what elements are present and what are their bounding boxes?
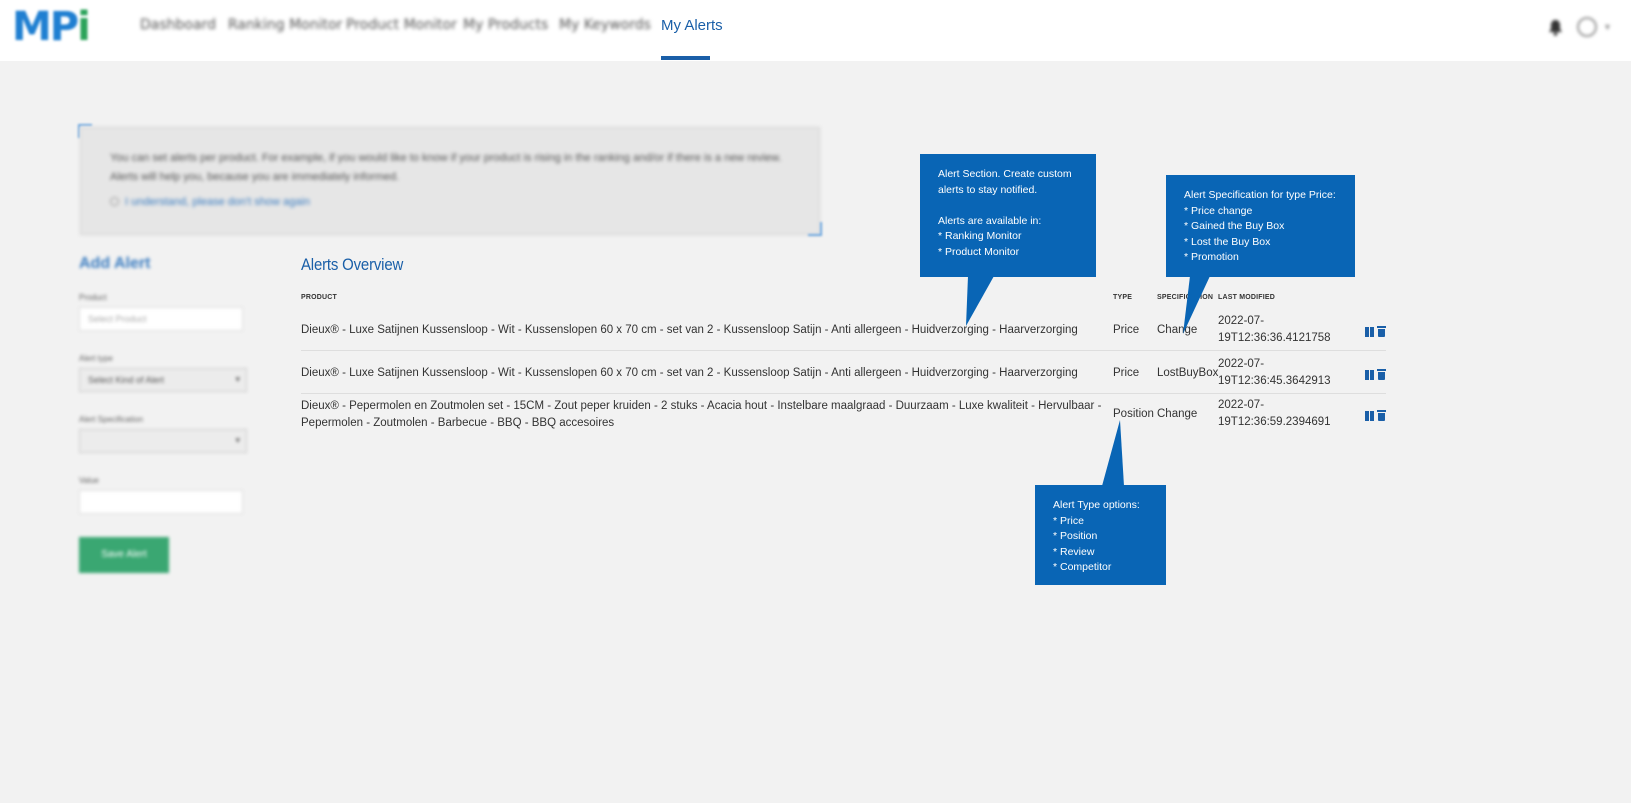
column-header-type: TYPE xyxy=(1113,294,1133,301)
column-header-last-modified: LAST MODIFIED xyxy=(1218,294,1276,301)
nav-my-keywords[interactable]: My Keywords xyxy=(559,17,651,33)
pause-icon[interactable] xyxy=(1365,370,1374,380)
pause-icon[interactable] xyxy=(1365,411,1374,421)
alerts-overview-title: Alerts Overview xyxy=(301,255,404,274)
user-avatar[interactable] xyxy=(1577,17,1597,37)
bell-icon[interactable] xyxy=(1548,19,1563,36)
logo[interactable]: MPi xyxy=(12,6,91,48)
save-alert-button[interactable]: Save Alert xyxy=(79,537,169,573)
nav-my-products[interactable]: My Products xyxy=(463,17,548,33)
active-tab-indicator xyxy=(661,56,710,60)
nav-my-alerts[interactable]: My Alerts xyxy=(661,17,723,34)
specification-cell: Change xyxy=(1157,408,1198,420)
callout-specification-price: Alert Specification for type Price: * Pr… xyxy=(1166,175,1355,277)
nav-ranking-monitor[interactable]: Ranking Monitor xyxy=(228,17,342,33)
table-row: Dieux® - Pepermolen en Zoutmolen set - 1… xyxy=(301,394,1386,441)
product-input[interactable]: Select Product xyxy=(79,307,243,331)
value-input[interactable] xyxy=(79,490,243,514)
type-cell: Price xyxy=(1113,324,1140,336)
callout-pointer xyxy=(1183,276,1210,334)
row-actions xyxy=(1365,324,1386,342)
last-modified-cell: 2022-07- 19T12:36:59.2394691 xyxy=(1218,399,1331,428)
callout-alert-type-options: Alert Type options: * Price * Position *… xyxy=(1035,485,1166,585)
form-title: Add Alert xyxy=(79,255,151,272)
alert-spec-label: Alert Specification xyxy=(79,415,144,424)
callout-pointer xyxy=(1102,420,1124,486)
value-label: Value xyxy=(79,476,99,485)
callout-pointer xyxy=(966,276,994,326)
checkbox-icon[interactable] xyxy=(110,197,119,206)
table-row: Dieux® - Luxe Satijnen Kussensloop - Wit… xyxy=(301,351,1386,394)
add-alert-form: Add Alert Product Select Product Alert t… xyxy=(79,255,249,573)
trash-icon[interactable] xyxy=(1377,326,1386,337)
table-row: Dieux® - Luxe Satijnen Kussensloop - Wit… xyxy=(301,304,1386,351)
last-modified-cell: 2022-07- 19T12:36:36.4121758 xyxy=(1218,315,1331,344)
specification-cell: LostBuyBox xyxy=(1157,367,1219,379)
trash-icon[interactable] xyxy=(1377,369,1386,380)
info-box: You can set alerts per product. For exam… xyxy=(80,127,820,235)
info-text: You can set alerts per product. For exam… xyxy=(110,152,782,183)
alert-type-select[interactable]: Select Kind of Alert xyxy=(79,368,247,392)
type-cell: Price xyxy=(1113,367,1140,379)
last-modified-cell: 2022-07- 19T12:36:45.3642913 xyxy=(1218,358,1331,387)
row-actions xyxy=(1365,408,1386,426)
column-header-product: PRODUCT xyxy=(301,294,338,301)
dont-show-again-checkbox[interactable]: I understand, please don't show again xyxy=(110,196,310,208)
product-cell: Dieux® - Luxe Satijnen Kussensloop - Wit… xyxy=(301,367,1078,379)
top-navbar: MPi Dashboard Ranking Monitor Product Mo… xyxy=(0,0,1631,61)
nav-product-monitor[interactable]: Product Monitor xyxy=(346,17,457,33)
callout-alert-section: Alert Section. Create custom alerts to s… xyxy=(920,154,1096,277)
alert-spec-select[interactable] xyxy=(79,429,247,453)
nav-dashboard[interactable]: Dashboard xyxy=(140,17,216,33)
focus-corner-decoration xyxy=(808,222,822,236)
product-cell: Dieux® - Pepermolen en Zoutmolen set - 1… xyxy=(301,400,1102,429)
product-label: Product xyxy=(79,293,107,302)
alert-type-label: Alert type xyxy=(79,354,113,363)
trash-icon[interactable] xyxy=(1377,410,1386,421)
pause-icon[interactable] xyxy=(1365,327,1374,337)
chevron-down-icon[interactable]: ▼ xyxy=(1603,22,1612,32)
row-actions xyxy=(1365,367,1386,385)
